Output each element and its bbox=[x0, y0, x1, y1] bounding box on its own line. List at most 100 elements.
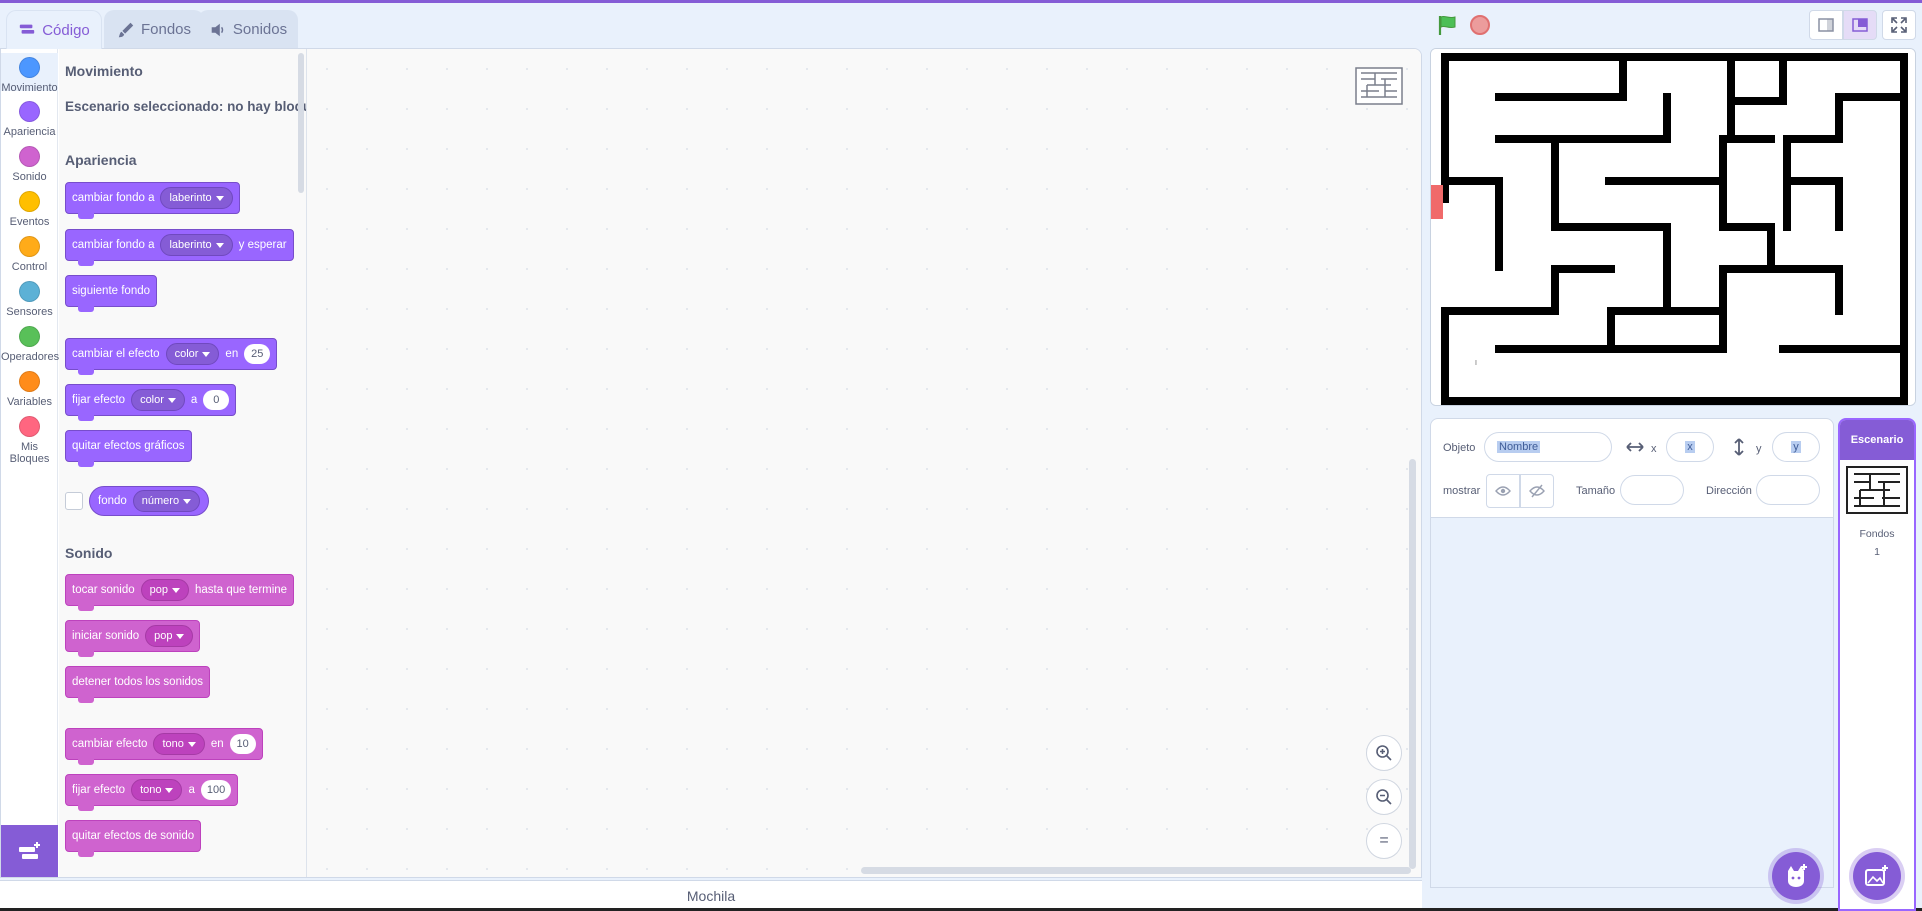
clear-sound-effects-block[interactable]: quitar efectos de sonido bbox=[65, 820, 202, 857]
sound-effect-dropdown[interactable]: tono bbox=[131, 779, 183, 801]
change-sound-effect-block[interactable]: cambiar efecto tono en 10 bbox=[65, 728, 263, 765]
sprite-name-input[interactable]: Nombre bbox=[1484, 432, 1612, 462]
category-sensing[interactable]: Sensores bbox=[1, 281, 58, 318]
backdrop-dropdown[interactable]: laberinto bbox=[160, 234, 233, 256]
dropdown-value: pop bbox=[149, 584, 169, 596]
block-palette: Movimiento Escenario seleccionado: no ha… bbox=[59, 49, 307, 877]
category-control[interactable]: Control bbox=[1, 236, 58, 273]
next-backdrop-block[interactable]: siguiente fondo bbox=[65, 275, 158, 312]
backdrop-reporter-block[interactable]: fondo número bbox=[89, 486, 210, 516]
backdrop-dropdown[interactable]: laberinto bbox=[160, 187, 233, 209]
category-sound[interactable]: Sonido bbox=[1, 146, 58, 183]
hide-sprite-button[interactable] bbox=[1520, 474, 1554, 508]
code-icon bbox=[20, 24, 35, 34]
zoom-in-button[interactable] bbox=[1366, 735, 1402, 771]
category-my-blocks[interactable]: Mis Bloques bbox=[1, 416, 58, 465]
number-input[interactable]: 25 bbox=[244, 344, 271, 364]
play-sound-until-done-block[interactable]: tocar sonido pop hasta que termine bbox=[65, 574, 295, 611]
backdrop-reporter-checkbox[interactable] bbox=[65, 492, 83, 510]
code-editor: Movimiento Apariencia Sonido Eventos Con… bbox=[0, 48, 1422, 878]
block-text: hasta que termine bbox=[195, 584, 288, 596]
stage-selector[interactable]: Escenario Fondos 1 bbox=[1838, 418, 1916, 911]
eye-slash-icon bbox=[1529, 484, 1545, 498]
switch-backdrop-wait-block[interactable]: cambiar fondo a laberinto y esperar bbox=[65, 229, 294, 266]
category-motion[interactable]: Movimiento bbox=[1, 53, 58, 94]
stage-selector-header: Escenario bbox=[1840, 420, 1914, 460]
effect-dropdown[interactable]: color bbox=[131, 389, 185, 411]
sound-dropdown[interactable]: pop bbox=[145, 625, 194, 647]
category-operators[interactable]: Operadores bbox=[1, 326, 59, 363]
stop-button[interactable] bbox=[1470, 15, 1490, 35]
category-label: Control bbox=[11, 261, 48, 273]
brush-icon bbox=[118, 22, 134, 37]
workspace-vertical-scrollbar[interactable] bbox=[1409, 459, 1416, 869]
palette-scrollbar[interactable] bbox=[298, 53, 304, 193]
add-extension-button[interactable] bbox=[1, 825, 58, 877]
horizontal-arrows-icon bbox=[1626, 442, 1644, 452]
chevron-down-icon bbox=[167, 397, 176, 403]
x-label: x bbox=[1651, 443, 1657, 455]
choose-sprite-button[interactable] bbox=[1772, 852, 1820, 900]
sprite-list[interactable] bbox=[1430, 518, 1834, 888]
category-label: Eventos bbox=[9, 216, 50, 228]
category-label: Sensores bbox=[6, 306, 53, 318]
switch-backdrop-block[interactable]: cambiar fondo a laberinto bbox=[65, 182, 240, 219]
block-text: en bbox=[225, 348, 239, 360]
direction-input[interactable] bbox=[1756, 475, 1820, 505]
small-stage-button[interactable] bbox=[1809, 10, 1843, 40]
zoom-reset-button[interactable]: = bbox=[1366, 823, 1402, 859]
zoom-out-button[interactable] bbox=[1366, 779, 1402, 815]
stage-selector-title: Escenario bbox=[1850, 434, 1904, 446]
block-text: cambiar el efecto bbox=[72, 348, 160, 360]
show-sprite-button[interactable] bbox=[1486, 474, 1520, 508]
block-text: siguiente fondo bbox=[72, 285, 151, 297]
fullscreen-icon bbox=[1891, 17, 1907, 33]
tab-backdrops[interactable]: Fondos bbox=[104, 10, 204, 48]
start-sound-block[interactable]: iniciar sonido pop bbox=[65, 620, 201, 657]
looks-dot-icon bbox=[19, 101, 40, 122]
category-looks[interactable]: Apariencia bbox=[1, 101, 58, 138]
sound-dropdown[interactable]: pop bbox=[140, 579, 190, 601]
effect-dropdown[interactable]: color bbox=[165, 343, 220, 365]
choose-backdrop-button[interactable] bbox=[1853, 852, 1901, 900]
looks-title: Apariencia bbox=[65, 152, 137, 168]
number-input[interactable]: 100 bbox=[200, 780, 232, 800]
y-input[interactable]: y bbox=[1772, 432, 1820, 462]
block-text: cambiar fondo a bbox=[72, 192, 155, 204]
dropdown-value: tono bbox=[162, 738, 184, 750]
zoom-in-icon bbox=[1376, 745, 1392, 761]
normal-stage-button[interactable] bbox=[1843, 10, 1877, 40]
tab-code-label: Código bbox=[42, 21, 90, 39]
stage-canvas[interactable]: I bbox=[1430, 48, 1916, 406]
chevron-down-icon bbox=[215, 242, 224, 248]
block-text: y esperar bbox=[238, 239, 287, 251]
block-text: iniciar sonido bbox=[72, 630, 140, 642]
scratch-editor: Código Fondos Sonidos Movimiento Aparien… bbox=[0, 0, 1922, 911]
sound-effect-dropdown[interactable]: tono bbox=[153, 733, 205, 755]
sensing-dot-icon bbox=[19, 281, 40, 302]
workspace-horizontal-scrollbar[interactable] bbox=[861, 867, 1411, 874]
green-flag-icon[interactable] bbox=[1436, 14, 1458, 36]
backpack-bar[interactable]: Mochila bbox=[0, 880, 1422, 911]
clear-effects-block[interactable]: quitar efectos gráficos bbox=[65, 430, 192, 467]
category-variables[interactable]: Variables bbox=[1, 371, 58, 408]
category-events[interactable]: Eventos bbox=[1, 191, 58, 228]
name-placeholder: Nombre bbox=[1497, 441, 1541, 453]
x-input[interactable]: x bbox=[1666, 432, 1714, 462]
image-plus-icon bbox=[1865, 865, 1888, 886]
number-input[interactable]: 0 bbox=[203, 390, 230, 410]
block-text: a bbox=[188, 784, 195, 796]
set-effect-block[interactable]: fijar efecto color a 0 bbox=[65, 384, 237, 421]
number-name-dropdown[interactable]: número bbox=[132, 490, 201, 512]
script-workspace[interactable] bbox=[307, 49, 1421, 877]
backdrop-thumbnail bbox=[1846, 466, 1908, 514]
tab-sounds[interactable]: Sonidos bbox=[198, 10, 298, 48]
fullscreen-button[interactable] bbox=[1882, 10, 1916, 40]
tab-code[interactable]: Código bbox=[6, 10, 102, 49]
stop-all-sounds-block[interactable]: detener todos los sonidos bbox=[65, 666, 211, 703]
size-input[interactable] bbox=[1620, 475, 1684, 505]
set-sound-effect-block[interactable]: fijar efecto tono a 100 bbox=[65, 774, 239, 811]
change-effect-block[interactable]: cambiar el efecto color en 25 bbox=[65, 338, 278, 375]
number-input[interactable]: 10 bbox=[229, 734, 256, 754]
operators-dot-icon bbox=[19, 326, 40, 347]
